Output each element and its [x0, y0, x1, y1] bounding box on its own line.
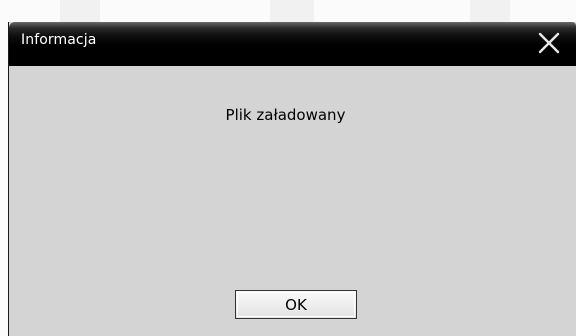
close-button[interactable] [536, 30, 562, 56]
dialog-title: Informacja [21, 32, 97, 48]
ok-button-label: OK [285, 295, 307, 314]
ok-button[interactable]: OK [235, 290, 357, 319]
info-dialog: Informacja Plik załadowany OK [8, 22, 576, 336]
close-icon [538, 32, 560, 54]
dialog-message-container: Plik załadowany [9, 106, 576, 124]
dialog-message: Plik załadowany [225, 106, 346, 124]
dialog-titlebar[interactable]: Informacja [9, 22, 576, 66]
